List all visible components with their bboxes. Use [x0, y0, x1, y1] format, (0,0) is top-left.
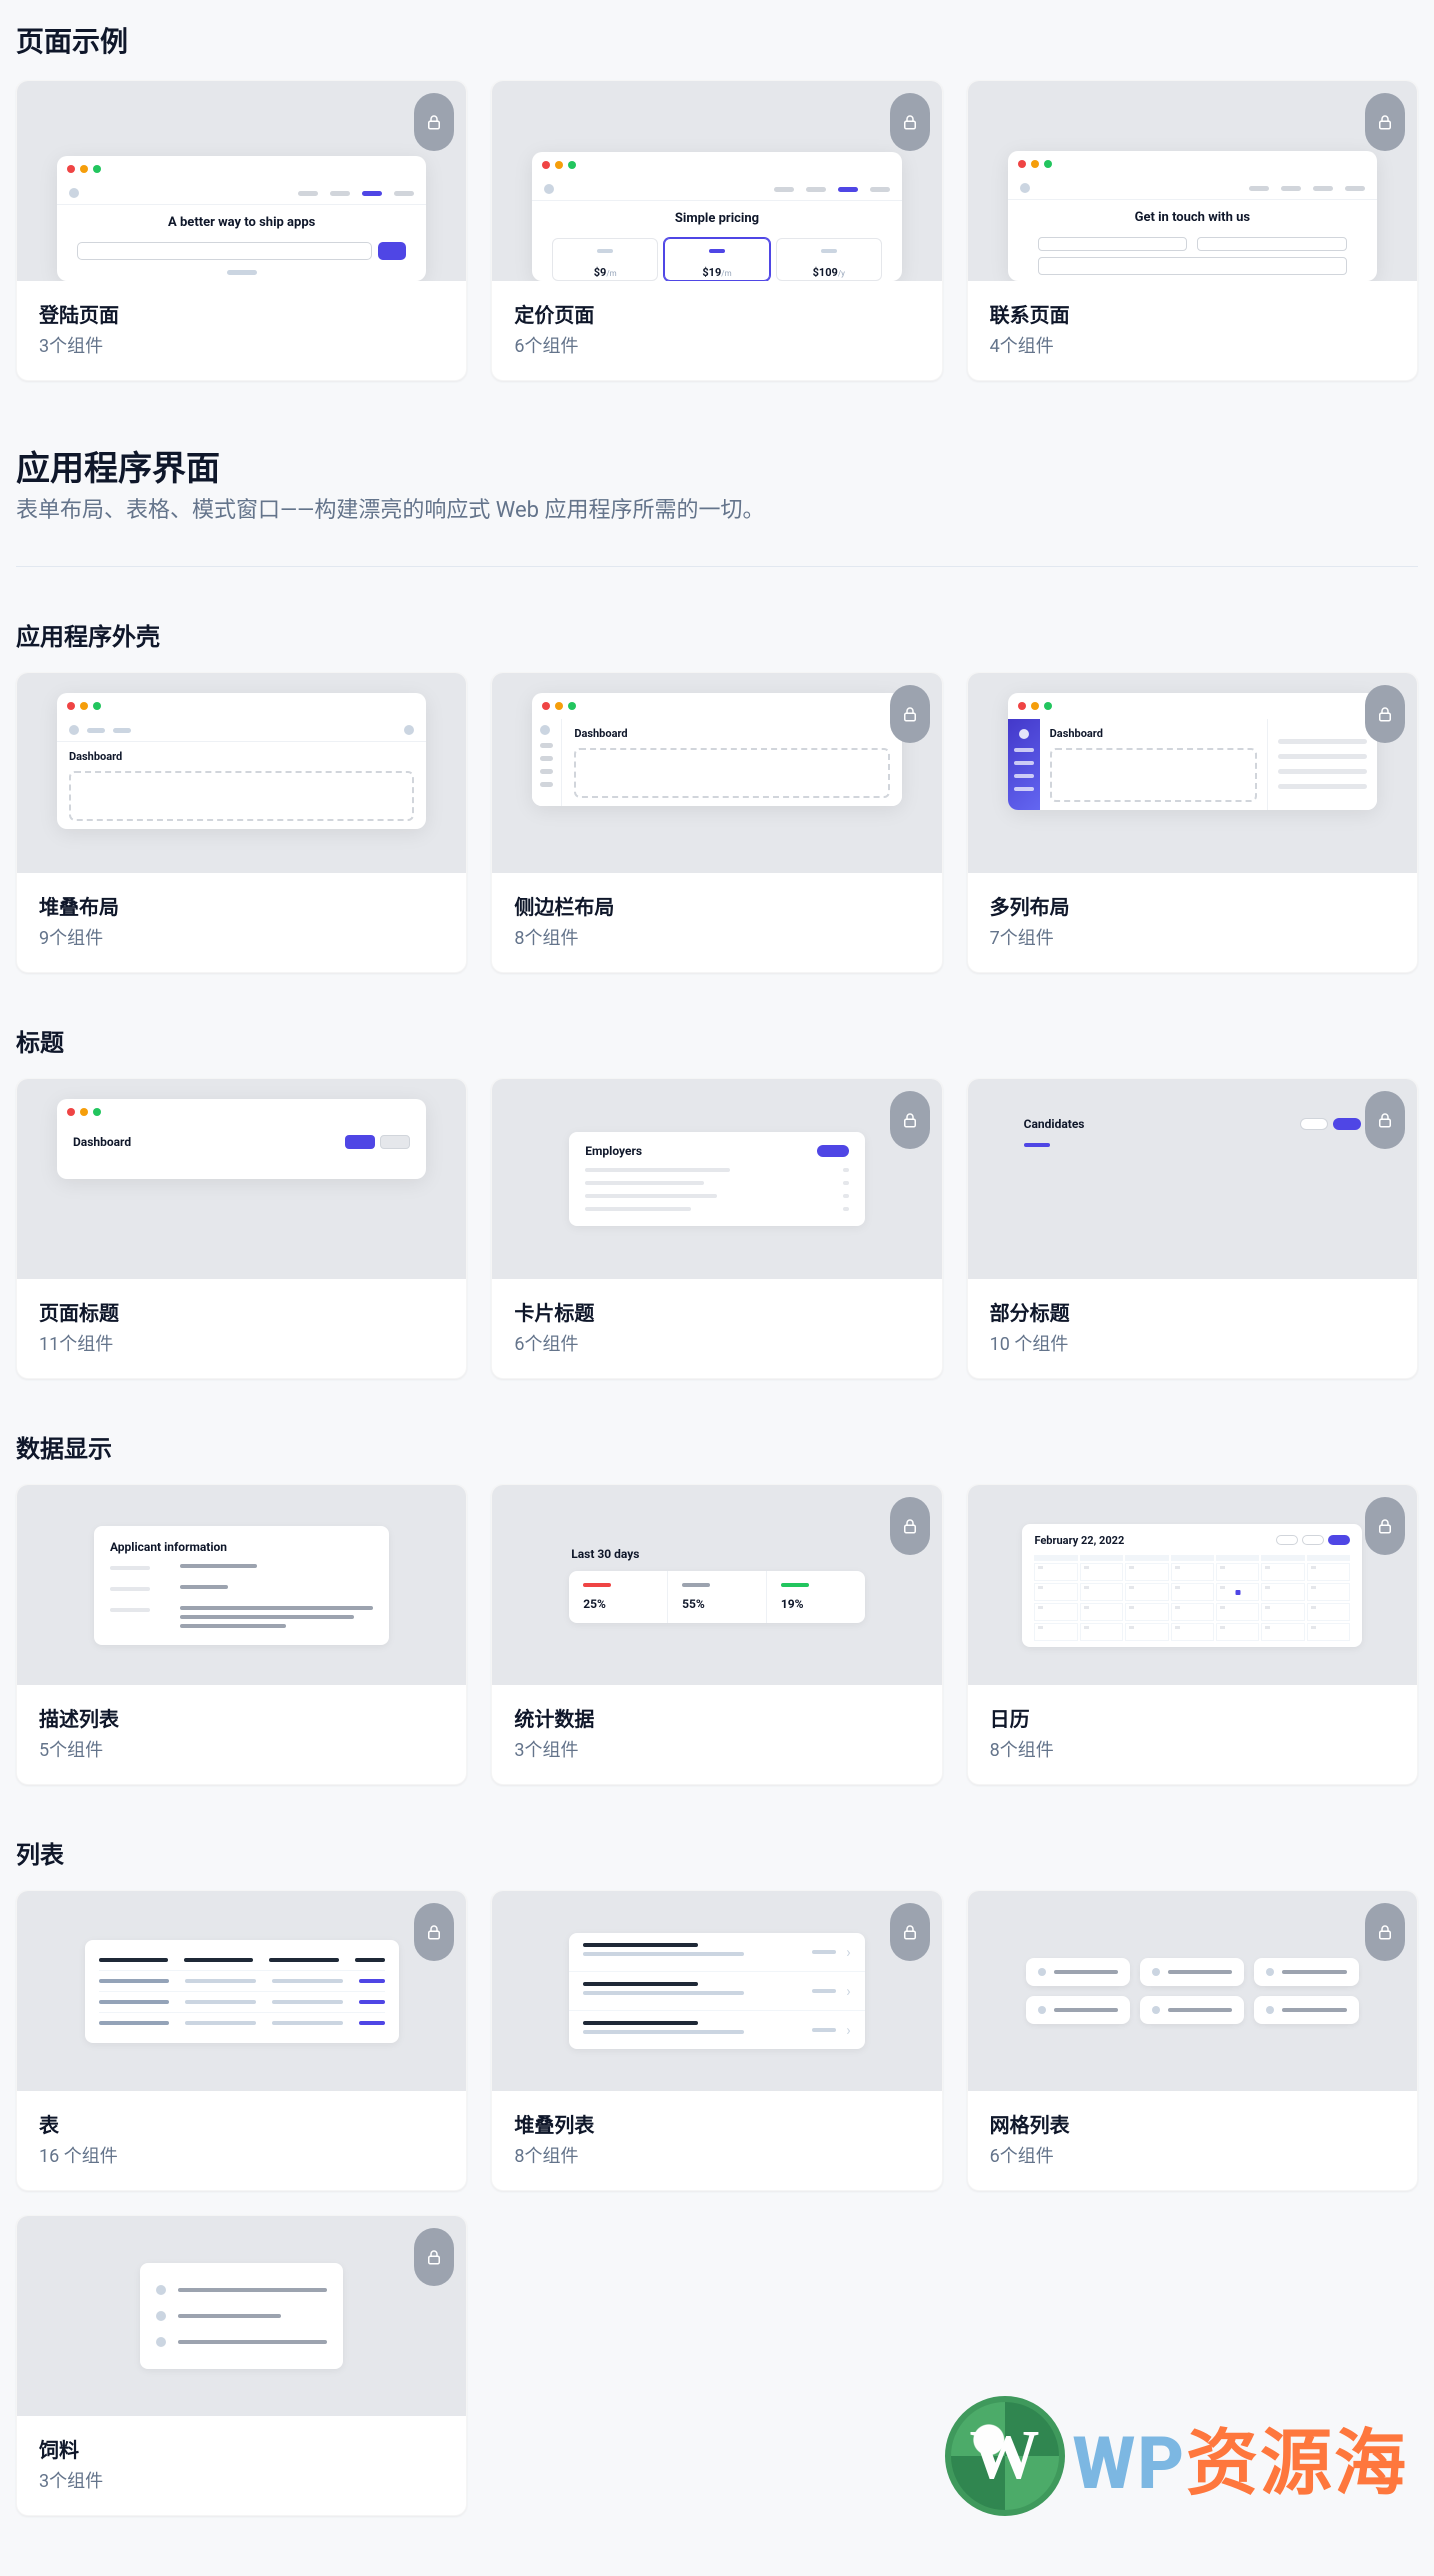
- card-count: 5个组件: [39, 1736, 444, 1762]
- card-count: 3个组件: [39, 332, 444, 358]
- card-contact[interactable]: Get in touch with us 联系页面 4个组件: [967, 80, 1418, 381]
- section-title-data-display: 数据显示: [16, 1429, 1418, 1464]
- stat-value: 55%: [682, 1597, 752, 1611]
- card-calendar[interactable]: February 22, 2022 日历 8个组件: [967, 1484, 1418, 1785]
- card-stats[interactable]: Last 30 days 25% 55% 19% 统计数据 3个组件: [491, 1484, 942, 1785]
- card-title: 侧边栏布局: [514, 891, 919, 920]
- card-count: 9个组件: [39, 924, 444, 950]
- card-multicol-layout[interactable]: Dashboard 多列布局 7个组件: [967, 672, 1418, 973]
- card-title: 登陆页面: [39, 299, 444, 328]
- lock-icon: [1365, 93, 1405, 151]
- preview-label: Last 30 days: [571, 1547, 864, 1561]
- card-stacked-list[interactable]: › › › 堆叠列表8个组件: [491, 1890, 942, 2191]
- section-title-lists: 列表: [16, 1835, 1418, 1870]
- preview-headline: A better way to ship apps: [57, 215, 426, 230]
- card-pricing[interactable]: Simple pricing $9/m $19/m $109/y 定价页面 6个…: [491, 80, 942, 381]
- stat-value: 25%: [583, 1597, 653, 1611]
- card-title: 饲料: [39, 2434, 444, 2463]
- lock-icon: [414, 1903, 454, 1961]
- stat-value: 19%: [781, 1597, 851, 1611]
- card-count: 8个组件: [514, 2142, 919, 2168]
- lock-icon: [1365, 1497, 1405, 1555]
- card-feed[interactable]: 饲料 3个组件: [16, 2215, 467, 2516]
- lock-icon: [1365, 1091, 1405, 1149]
- card-count: 6个组件: [514, 1330, 919, 1356]
- card-landing[interactable]: A better way to ship apps 登陆页面 3个组件: [16, 80, 467, 381]
- section-title-headings: 标题: [16, 1023, 1418, 1058]
- divider: [16, 566, 1418, 567]
- lock-icon: [890, 1091, 930, 1149]
- card-count: 3个组件: [514, 1736, 919, 1762]
- card-count: 10 个组件: [990, 1330, 1395, 1356]
- section-title-page-examples: 页面示例: [16, 20, 1418, 60]
- card-sidebar-layout[interactable]: Dashboard 侧边栏布局 8个组件: [491, 672, 942, 973]
- lock-icon: [1365, 685, 1405, 743]
- card-title: 卡片标题: [514, 1297, 919, 1326]
- card-card-heading[interactable]: Employers 卡片标题 6个组件: [491, 1078, 942, 1379]
- card-grid-list[interactable]: 网格列表 6个组件: [967, 1890, 1418, 2191]
- preview-label: Dashboard: [69, 750, 414, 763]
- lock-icon: [414, 2228, 454, 2286]
- preview-label: Dashboard: [1050, 727, 1257, 740]
- card-count: 7个组件: [990, 924, 1395, 950]
- card-count: 6个组件: [514, 332, 919, 358]
- preview-label: Employers: [585, 1144, 642, 1158]
- lock-icon: [414, 93, 454, 151]
- card-title: 描述列表: [39, 1703, 444, 1732]
- lock-icon: [890, 685, 930, 743]
- preview-label: Applicant information: [110, 1540, 373, 1554]
- card-title: 日历: [990, 1703, 1395, 1732]
- card-count: 6个组件: [990, 2142, 1395, 2168]
- preview-label: Dashboard: [73, 1135, 131, 1149]
- card-title: 多列布局: [990, 891, 1395, 920]
- card-title: 表: [39, 2109, 444, 2138]
- card-description-list[interactable]: Applicant information 描述列表 5个组件: [16, 1484, 467, 1785]
- card-count: 16 个组件: [39, 2142, 444, 2168]
- preview-label: Candidates: [1024, 1117, 1085, 1131]
- card-section-heading[interactable]: Candidates 部分标题 10 个组件: [967, 1078, 1418, 1379]
- card-title: 堆叠布局: [39, 891, 444, 920]
- card-count: 8个组件: [514, 924, 919, 950]
- card-count: 4个组件: [990, 332, 1395, 358]
- card-count: 11个组件: [39, 1330, 444, 1356]
- lock-icon: [890, 93, 930, 151]
- lock-icon: [890, 1497, 930, 1555]
- card-title: 部分标题: [990, 1297, 1395, 1326]
- lock-icon: [890, 1903, 930, 1961]
- section-title-app-ui: 应用程序界面: [16, 441, 1418, 490]
- section-desc-app-ui: 表单布局、表格、模式窗口——构建漂亮的响应式 Web 应用程序所需的一切。: [16, 492, 1418, 524]
- card-title: 统计数据: [514, 1703, 919, 1732]
- preview-headline: Simple pricing: [532, 211, 901, 226]
- preview-label: Dashboard: [574, 727, 889, 740]
- card-count: 3个组件: [39, 2467, 444, 2493]
- card-stacked-layout[interactable]: Dashboard 堆叠布局 9个组件: [16, 672, 467, 973]
- card-title: 网格列表: [990, 2109, 1395, 2138]
- card-title: 页面标题: [39, 1297, 444, 1326]
- card-title: 定价页面: [514, 299, 919, 328]
- card-page-heading[interactable]: Dashboard 页面标题 11个组件: [16, 1078, 467, 1379]
- card-title: 联系页面: [990, 299, 1395, 328]
- lock-icon: [1365, 1903, 1405, 1961]
- card-title: 堆叠列表: [514, 2109, 919, 2138]
- card-table[interactable]: 表 16 个组件: [16, 1890, 467, 2191]
- card-count: 8个组件: [990, 1736, 1395, 1762]
- section-title-app-shell: 应用程序外壳: [16, 617, 1418, 652]
- preview-label: February 22, 2022: [1034, 1534, 1124, 1547]
- preview-headline: Get in touch with us: [1008, 210, 1377, 225]
